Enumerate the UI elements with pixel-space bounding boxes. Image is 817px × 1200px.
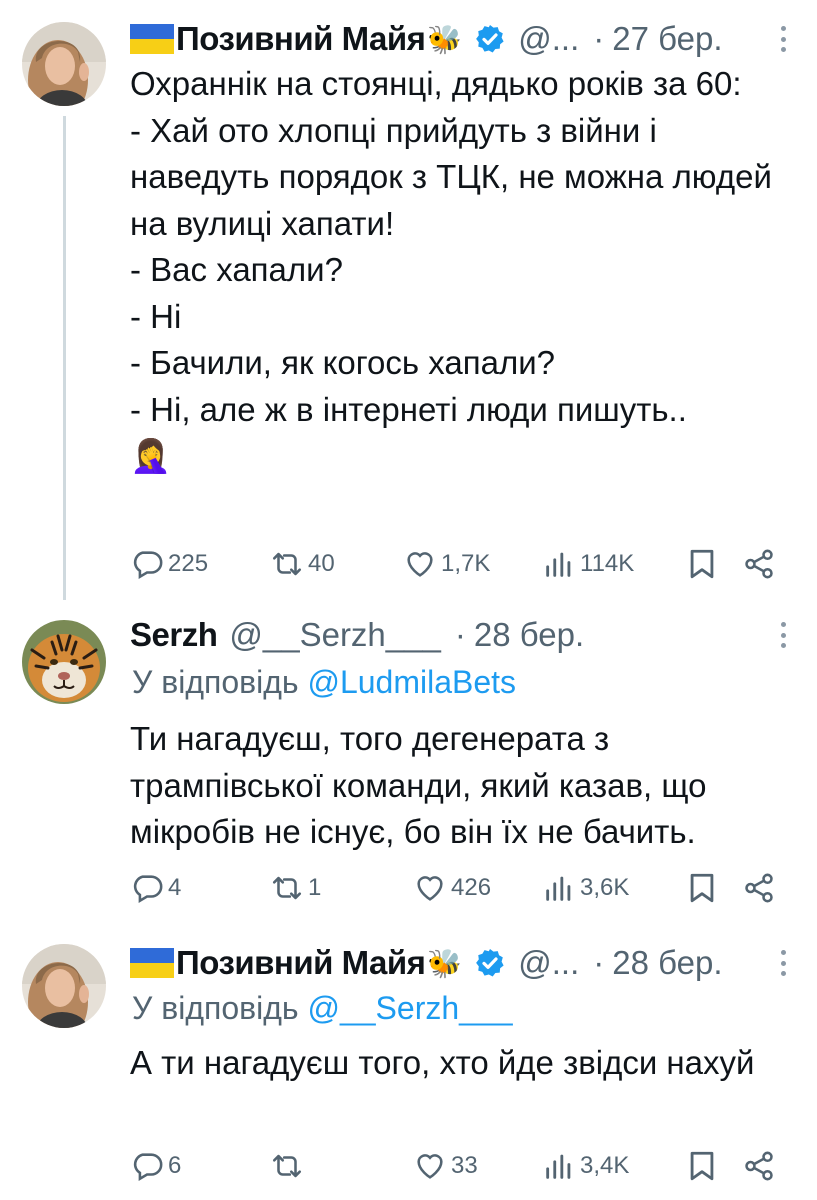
share-icon — [742, 871, 776, 905]
ukraine-flag-icon — [130, 24, 174, 54]
reply-prefix: У відповідь — [132, 990, 299, 1026]
thread-line — [63, 116, 66, 600]
verified-badge-icon — [474, 947, 506, 979]
reply-icon — [130, 871, 164, 905]
tweet-date[interactable]: 28 бер. — [474, 616, 584, 654]
views-icon — [542, 1149, 576, 1183]
like-icon — [413, 871, 447, 905]
avatar[interactable] — [22, 620, 106, 704]
bookmark-button[interactable] — [685, 1148, 719, 1184]
more-options-icon[interactable] — [779, 622, 787, 648]
reply-mention-link[interactable]: @__Serzh___ — [307, 990, 512, 1026]
views-button[interactable]: 3,6K — [542, 870, 629, 906]
author-handle[interactable]: @... — [518, 944, 579, 982]
tweet-2[interactable]: Serzh @__Serzh___ · 28 бер. У відповідь … — [0, 600, 817, 930]
reply-context: У відповідь @__Serzh___ — [132, 990, 513, 1027]
separator-dot: · — [593, 944, 605, 981]
share-icon — [742, 547, 776, 581]
bookmark-icon — [685, 1149, 719, 1183]
like-count: 426 — [451, 874, 492, 901]
retweet-count: 1 — [308, 874, 322, 901]
tweet-date[interactable]: 27 бер. — [612, 20, 722, 58]
retweet-button[interactable]: 1 — [270, 870, 321, 906]
tweet-actions: 6 33 3,4K — [130, 1148, 790, 1184]
bookmark-icon — [685, 871, 719, 905]
share-button[interactable] — [742, 870, 776, 906]
share-icon — [742, 1149, 776, 1183]
retweet-button[interactable] — [270, 1148, 308, 1184]
view-count: 3,4K — [580, 1152, 630, 1179]
reply-context: У відповідь @LudmilaBets — [132, 664, 516, 701]
ukraine-flag-icon — [130, 948, 174, 978]
view-count: 3,6K — [580, 874, 630, 901]
views-button[interactable]: 114K — [542, 546, 634, 582]
view-count: 114K — [580, 550, 635, 577]
views-icon — [542, 871, 576, 905]
tweet-text: А ти нагадуєш того, хто йде звідси нахуй — [130, 1044, 755, 1081]
reply-count: 6 — [168, 1152, 182, 1179]
reply-icon — [130, 547, 164, 581]
like-button[interactable]: 33 — [413, 1148, 478, 1184]
separator-dot: · — [454, 616, 466, 653]
bee-icon: 🐝 — [427, 23, 463, 55]
reply-button[interactable]: 4 — [130, 870, 181, 906]
tweet-actions: 225 40 1,7K 114K — [130, 546, 790, 582]
reply-count: 4 — [168, 874, 182, 901]
retweet-button[interactable]: 40 — [270, 546, 335, 582]
like-count: 1,7K — [441, 550, 491, 577]
like-icon — [403, 547, 437, 581]
author-name[interactable]: Позивний Майя — [176, 944, 426, 982]
retweet-count: 40 — [308, 550, 335, 577]
tweet-header: Serzh @__Serzh___ · 28 бер. — [130, 612, 787, 658]
verified-badge-icon — [474, 23, 506, 55]
separator-dot: · — [593, 20, 605, 57]
reply-mention-link[interactable]: @LudmilaBets — [307, 664, 516, 700]
tweet-date[interactable]: 28 бер. — [612, 944, 722, 982]
tweet-text: Ти нагадуєш, того дегенерата з трампівсь… — [130, 720, 716, 850]
like-button[interactable]: 426 — [413, 870, 491, 906]
reply-icon — [130, 1149, 164, 1183]
tweet-text: Охраннік на стоянці, дядько років за 60:… — [130, 65, 772, 474]
more-options-icon[interactable] — [779, 26, 787, 52]
author-name[interactable]: Позивний Майя — [176, 20, 426, 58]
retweet-icon — [270, 1149, 304, 1183]
views-button[interactable]: 3,4K — [542, 1148, 629, 1184]
tweet-header: Позивний Майя 🐝 @... · 28 бер. — [130, 940, 787, 986]
tweet-actions: 4 1 426 3,6K — [130, 870, 790, 906]
bookmark-button[interactable] — [685, 546, 719, 582]
bookmark-icon — [685, 547, 719, 581]
like-button[interactable]: 1,7K — [403, 546, 490, 582]
reply-button[interactable]: 6 — [130, 1148, 181, 1184]
tweet-1[interactable]: Позивний Майя 🐝 @... · 27 бер. Охраннік … — [0, 0, 817, 600]
retweet-icon — [270, 547, 304, 581]
more-options-icon[interactable] — [779, 950, 787, 976]
avatar[interactable] — [22, 22, 106, 106]
share-button[interactable] — [742, 546, 776, 582]
tweet-3[interactable]: Позивний Майя 🐝 @... · 28 бер. У відпові… — [0, 930, 817, 1200]
retweet-icon — [270, 871, 304, 905]
author-handle[interactable]: @... — [518, 20, 579, 58]
reply-prefix: У відповідь — [132, 664, 299, 700]
like-icon — [413, 1149, 447, 1183]
reply-count: 225 — [168, 550, 209, 577]
share-button[interactable] — [742, 1148, 776, 1184]
author-handle[interactable]: @__Serzh___ — [229, 616, 440, 654]
like-count: 33 — [451, 1152, 478, 1179]
bookmark-button[interactable] — [685, 870, 719, 906]
views-icon — [542, 547, 576, 581]
bee-icon: 🐝 — [427, 947, 463, 979]
author-name[interactable]: Serzh — [130, 616, 218, 654]
reply-button[interactable]: 225 — [130, 546, 208, 582]
tweet-header: Позивний Майя 🐝 @... · 27 бер. — [130, 16, 787, 62]
avatar[interactable] — [22, 944, 106, 1028]
